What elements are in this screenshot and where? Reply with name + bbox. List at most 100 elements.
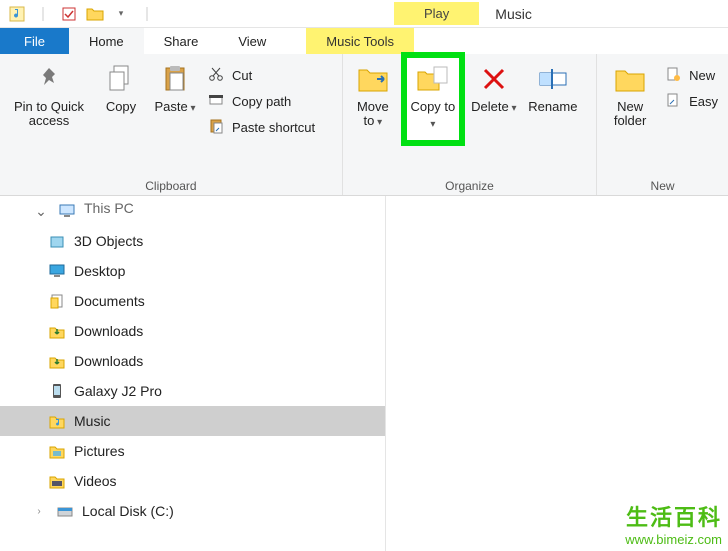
move-to-button[interactable]: Move to [349,58,397,134]
pictures-icon [48,442,66,460]
watermark-text: 生活百科 [625,500,722,532]
paste-button[interactable]: Paste [150,58,200,120]
easy-access-button[interactable]: Easy [661,90,722,112]
properties-icon[interactable] [58,3,80,25]
tree-label: Pictures [74,443,125,459]
paste-shortcut-icon [208,118,226,136]
paste-shortcut-button[interactable]: Paste shortcut [204,116,319,138]
new-item-label: New [689,68,715,83]
divider-icon [136,3,158,25]
tab-view[interactable]: View [218,28,286,54]
cut-icon [208,66,226,84]
tree-label: Music [74,413,111,429]
tree-item-3d-objects[interactable]: 3D Objects [0,226,385,256]
pc-icon [58,202,76,220]
navigation-pane[interactable]: ⌄ This PC 3D Objects Desktop Documents D… [0,196,385,551]
paste-label: Paste [154,100,195,116]
tree-label: Galaxy J2 Pro [74,383,162,399]
title-bar: ▾ Play Music [0,0,728,28]
delete-icon [477,62,511,96]
ribbon-tabs: File Home Share View Music Tools [0,28,728,54]
cut-label: Cut [232,68,252,83]
quick-access-toolbar: ▾ [0,3,164,25]
organize-group-label: Organize [349,177,590,193]
watermark: 生活百科 www.bimeiz.com [625,500,722,547]
videos-icon [48,472,66,490]
file-list-pane[interactable] [385,196,728,551]
phone-icon [48,382,66,400]
copy-path-label: Copy path [232,94,291,109]
divider-icon [32,3,54,25]
desktop-icon [48,262,66,280]
drive-icon [56,502,74,520]
cut-button[interactable]: Cut [204,64,319,86]
tree-item-local-disk-c[interactable]: › Local Disk (C:) [0,496,385,526]
tree-item-downloads-2[interactable]: Downloads [0,346,385,376]
tree-label: Desktop [74,263,125,279]
easy-access-icon [665,92,683,110]
copy-path-button[interactable]: Copy path [204,90,319,112]
clipboard-group-label: Clipboard [6,177,336,193]
tree-label: This PC [84,200,134,216]
tab-music-tools[interactable]: Music Tools [306,28,414,54]
paste-icon [158,62,192,96]
copy-path-icon [208,92,226,110]
copy-to-icon [416,62,450,96]
copy-icon [104,62,138,96]
new-folder-button[interactable]: New folder [603,58,657,132]
folder-qat-icon[interactable] [84,3,106,25]
watermark-url: www.bimeiz.com [625,532,722,547]
paste-shortcut-label: Paste shortcut [232,120,315,135]
tree-label: 3D Objects [74,233,143,249]
easy-access-label: Easy [689,94,718,109]
ribbon-group-organize: Move to Copy to Delete [343,54,597,195]
music-folder-icon [48,412,66,430]
delete-button[interactable]: Delete [469,58,519,120]
objects-icon [48,232,66,250]
downloads-icon [48,322,66,340]
new-folder-label: New folder [605,100,655,128]
tab-share[interactable]: Share [144,28,219,54]
tree-label: Downloads [74,323,143,339]
move-to-label: Move to [351,100,395,130]
new-group-label: New [603,177,722,193]
tree-label: Downloads [74,353,143,369]
rename-button[interactable]: Rename [523,58,583,118]
copy-to-button[interactable]: Copy to [407,58,459,140]
ribbon: Pin to Quick access Copy Paste Cut [0,54,728,196]
new-item-button[interactable]: New [661,64,722,86]
documents-icon [48,292,66,310]
new-folder-icon [613,62,647,96]
tree-item-pictures[interactable]: Pictures [0,436,385,466]
tree-item-music[interactable]: Music [0,406,385,436]
tree-item-downloads[interactable]: Downloads [0,316,385,346]
rename-icon [536,62,570,96]
tree-label: Local Disk (C:) [82,503,174,519]
tree-label: Documents [74,293,145,309]
rename-label: Rename [528,100,577,114]
ribbon-group-clipboard: Pin to Quick access Copy Paste Cut [0,54,343,195]
qat-dropdown-icon[interactable]: ▾ [110,3,132,25]
move-to-icon [356,62,390,96]
tree-this-pc[interactable]: ⌄ This PC [0,196,385,226]
copy-to-highlight: Copy to [401,52,465,146]
tree-item-desktop[interactable]: Desktop [0,256,385,286]
tree-label: Videos [74,473,117,489]
delete-label: Delete [471,100,516,116]
tab-home[interactable]: Home [69,28,144,54]
tree-item-documents[interactable]: Documents [0,286,385,316]
pin-to-quick-access-button[interactable]: Pin to Quick access [6,58,92,132]
downloads-icon [48,352,66,370]
chevron-down-icon: ⌄ [32,202,50,220]
copy-label: Copy [106,100,136,114]
new-item-icon [665,66,683,84]
copy-button[interactable]: Copy [96,58,146,118]
window-title: Music [495,6,532,22]
music-library-icon[interactable] [6,3,28,25]
explorer-body: ⌄ This PC 3D Objects Desktop Documents D… [0,196,728,551]
pin-label: Pin to Quick access [8,100,90,128]
tab-file[interactable]: File [0,28,69,54]
tree-item-galaxy-j2-pro[interactable]: Galaxy J2 Pro [0,376,385,406]
contextual-tab-heading: Play [394,2,479,25]
tree-item-videos[interactable]: Videos [0,466,385,496]
